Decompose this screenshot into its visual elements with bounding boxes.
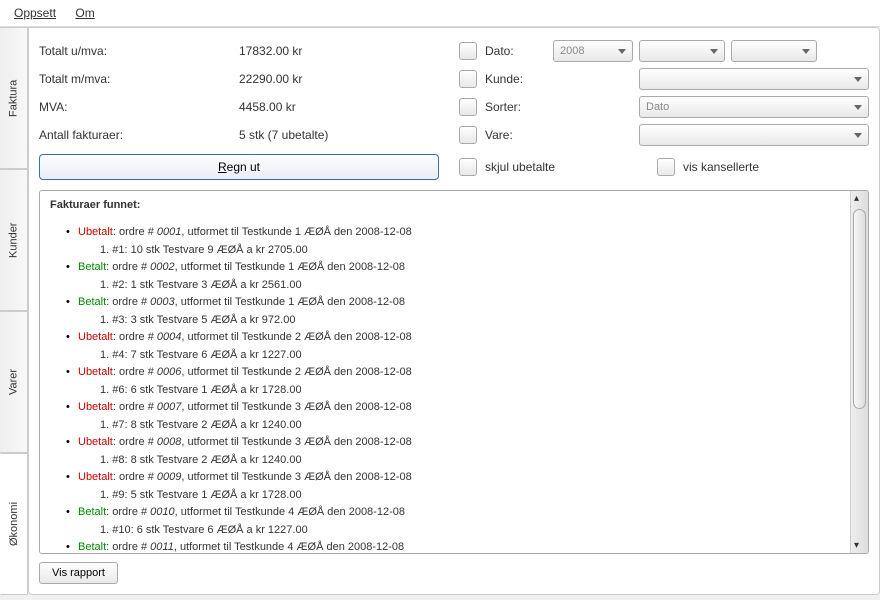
- skjul-ubetalte-label: skjul ubetalte: [485, 160, 635, 174]
- invoice-entry: Betalt: ordre # 0002, utformet til Testk…: [78, 259, 840, 276]
- status-label: Ubetalt: [78, 436, 113, 448]
- invoice-entry: Betalt: ordre # 0010, utformet til Testk…: [78, 504, 840, 521]
- value-mva: 4458.00 kr: [239, 100, 439, 114]
- status-label: Betalt: [78, 506, 106, 518]
- panel-okonomi: Totalt u/mva:17832.00 kr Totalt m/mva:22…: [28, 27, 880, 595]
- list-heading: Fakturaer funnet:: [50, 197, 840, 214]
- order-number: 0011: [150, 541, 174, 553]
- order-number: 0003: [150, 296, 174, 308]
- value-total-uten: 17832.00 kr: [239, 44, 439, 58]
- invoice-entry: Ubetalt: ordre # 0009, utformet til Test…: [78, 469, 840, 486]
- invoice-line: 1. #10: 6 stk Testvare 6 ÆØÅ a kr 1227.0…: [100, 522, 840, 539]
- label-mva: MVA:: [39, 100, 239, 114]
- invoice-line: 1. #7: 8 stk Testvare 2 ÆØÅ a kr 1240.00: [100, 417, 840, 434]
- value-total-med: 22290.00 kr: [239, 72, 439, 86]
- vare-label: Vare:: [485, 128, 553, 142]
- value-antall: 5 stk (7 ubetalte): [239, 128, 439, 142]
- label-antall: Antall fakturaer:: [39, 128, 239, 142]
- invoice-entry: Ubetalt: ordre # 0004, utformet til Test…: [78, 329, 840, 346]
- scroll-down-icon[interactable]: ▾: [854, 540, 859, 551]
- dato-checkbox[interactable]: [459, 42, 477, 60]
- order-number: 0002: [150, 261, 174, 273]
- tab-faktura[interactable]: Faktura: [0, 27, 28, 169]
- kunde-checkbox[interactable]: [459, 70, 477, 88]
- status-label: Ubetalt: [78, 226, 113, 238]
- label-total-med: Totalt m/mva:: [39, 72, 239, 86]
- order-number: 0008: [157, 436, 181, 448]
- entry-text: , utformet til Testkunde 2 ÆØÅ den 2008-…: [181, 366, 411, 378]
- invoice-entry: Ubetalt: ordre # 0007, utformet til Test…: [78, 399, 840, 416]
- tab-varer[interactable]: Varer: [0, 311, 28, 453]
- skjul-ubetalte-checkbox[interactable]: [459, 158, 477, 176]
- invoice-line: 1. #4: 7 stk Testvare 6 ÆØÅ a kr 1227.00: [100, 347, 840, 364]
- regn-ut-button[interactable]: Regn ut: [39, 154, 439, 180]
- tab-okonomi[interactable]: Økonomi: [0, 453, 28, 595]
- entry-text: , utformet til Testkunde 1 ÆØÅ den 2008-…: [175, 261, 405, 273]
- vertical-tabs: Faktura Kunder Varer Økonomi: [0, 27, 28, 595]
- invoice-line: 1. #8: 8 stk Testvare 2 ÆØÅ a kr 1240.00: [100, 452, 840, 469]
- status-label: Betalt: [78, 541, 106, 553]
- menu-om[interactable]: Om: [75, 6, 94, 20]
- order-number: 0001: [157, 226, 181, 238]
- invoice-entry: Betalt: ordre # 0011, utformet til Testk…: [78, 539, 840, 554]
- label-total-uten: Totalt u/mva:: [39, 44, 239, 58]
- status-label: Ubetalt: [78, 366, 113, 378]
- entry-text: , utformet til Testkunde 1 ÆØÅ den 2008-…: [175, 296, 405, 308]
- vare-select[interactable]: [639, 124, 869, 146]
- vare-checkbox[interactable]: [459, 126, 477, 144]
- invoice-entry: Betalt: ordre # 0003, utformet til Testk…: [78, 294, 840, 311]
- invoice-line: 1. #9: 5 stk Testvare 1 ÆØÅ a kr 1728.00: [100, 487, 840, 504]
- tab-kunder[interactable]: Kunder: [0, 169, 28, 311]
- sorter-checkbox[interactable]: [459, 98, 477, 116]
- status-label: Betalt: [78, 296, 106, 308]
- entry-text: , utformet til Testkunde 4 ÆØÅ den 2008-…: [174, 541, 404, 553]
- dato-label: Dato:: [485, 44, 553, 58]
- order-number: 0007: [157, 401, 181, 413]
- invoice-line: 1. #2: 1 stk Testvare 3 ÆØÅ a kr 2561.00: [100, 277, 840, 294]
- menubar: Oppsett Om: [0, 0, 880, 27]
- invoice-line: 1. #3: 3 stk Testvare 5 ÆØÅ a kr 972.00: [100, 312, 840, 329]
- scroll-up-icon[interactable]: ▴: [854, 193, 859, 204]
- invoice-line: 1. #1: 10 stk Testvare 9 ÆØÅ a kr 2705.0…: [100, 242, 840, 259]
- vis-kansellerte-checkbox[interactable]: [657, 158, 675, 176]
- entry-text: , utformet til Testkunde 3 ÆØÅ den 2008-…: [181, 436, 411, 448]
- vis-kansellerte-label: vis kansellerte: [683, 160, 759, 174]
- entry-text: , utformet til Testkunde 4 ÆØÅ den 2008-…: [175, 506, 405, 518]
- order-number: 0004: [157, 331, 181, 343]
- order-number: 0009: [157, 471, 181, 483]
- year-spinner[interactable]: 2008: [553, 40, 633, 62]
- entry-text: , utformet til Testkunde 1 ÆØÅ den 2008-…: [181, 226, 411, 238]
- menu-oppsett[interactable]: Oppsett: [14, 6, 56, 20]
- vis-rapport-button[interactable]: Vis rapport: [39, 562, 118, 584]
- invoice-entry: Ubetalt: ordre # 0008, utformet til Test…: [78, 434, 840, 451]
- status-label: Ubetalt: [78, 401, 113, 413]
- entry-text: , utformet til Testkunde 3 ÆØÅ den 2008-…: [181, 401, 411, 413]
- sorter-label: Sorter:: [485, 100, 553, 114]
- entry-text: , utformet til Testkunde 3 ÆØÅ den 2008-…: [181, 471, 411, 483]
- status-label: Ubetalt: [78, 471, 113, 483]
- order-number: 0006: [157, 366, 181, 378]
- kunde-label: Kunde:: [485, 72, 553, 86]
- sorter-select[interactable]: Dato: [639, 96, 869, 118]
- entry-text: , utformet til Testkunde 2 ÆØÅ den 2008-…: [181, 331, 411, 343]
- status-label: Betalt: [78, 261, 106, 273]
- status-label: Ubetalt: [78, 331, 113, 343]
- order-number: 0010: [150, 506, 174, 518]
- scrollbar[interactable]: ▴ ▾: [850, 191, 868, 553]
- scroll-thumb[interactable]: [853, 209, 866, 409]
- kunde-select[interactable]: [639, 68, 869, 90]
- invoice-line: 1. #6: 6 stk Testvare 1 ÆØÅ a kr 1728.00: [100, 382, 840, 399]
- dato-to-select[interactable]: [731, 40, 817, 62]
- invoice-entry: Ubetalt: ordre # 0001, utformet til Test…: [78, 224, 840, 241]
- dato-from-select[interactable]: [639, 40, 725, 62]
- invoice-list: Fakturaer funnet: Ubetalt: ordre # 0001,…: [40, 191, 850, 553]
- invoice-entry: Ubetalt: ordre # 0006, utformet til Test…: [78, 364, 840, 381]
